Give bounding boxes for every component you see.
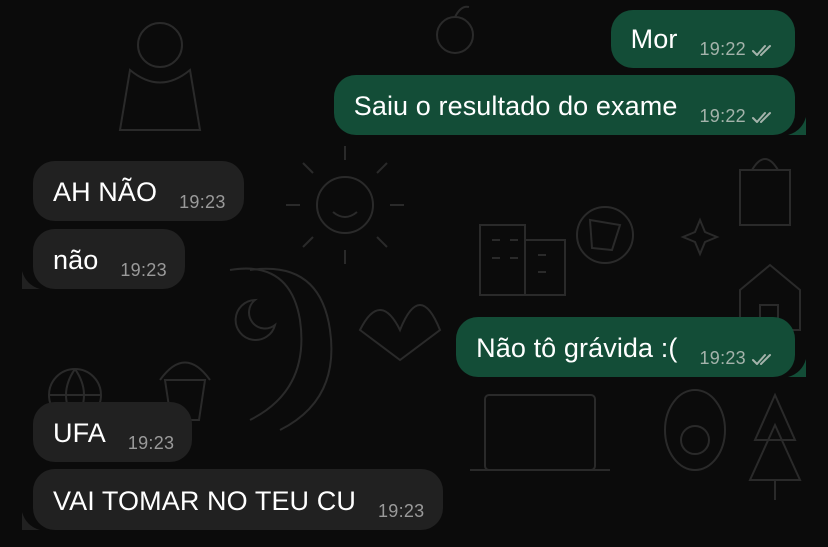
message-text: UFA xyxy=(53,418,106,448)
message-text: Mor xyxy=(630,24,678,54)
message-text: não xyxy=(53,245,99,275)
sun-doodle-icon xyxy=(286,146,404,264)
road-doodle-icon xyxy=(229,267,333,431)
message-bubble-incoming[interactable]: VAI TOMAR NO TEU CU 19:23 xyxy=(33,469,443,530)
star-doodle-icon xyxy=(680,217,720,257)
bag-doodle-icon xyxy=(739,158,791,226)
bubble-tail xyxy=(22,271,40,289)
message-time: 19:23 xyxy=(120,260,167,280)
message-time: 19:23 xyxy=(699,348,746,368)
message-time: 19:23 xyxy=(127,433,175,453)
message-bubble-incoming[interactable]: UFA 19:23 xyxy=(33,402,193,462)
double-check-read-icon xyxy=(752,44,771,56)
message-text: VAI TOMAR NO TEU CU xyxy=(53,486,356,516)
bubble-tail xyxy=(788,117,806,135)
bubble-tail xyxy=(22,512,40,530)
message-meta: 19:22 xyxy=(699,106,777,127)
message-bubble-outgoing[interactable]: Mor 19:22 xyxy=(610,10,795,68)
ball-doodle-icon xyxy=(576,206,634,264)
message-meta: 19:23 xyxy=(179,192,226,213)
message-time: 19:23 xyxy=(179,192,226,212)
bubble-tail xyxy=(788,359,806,377)
tree-doodle-icon xyxy=(748,392,802,500)
message-time: 19:22 xyxy=(699,39,746,59)
message-time: 19:22 xyxy=(699,106,746,126)
message-time: 19:23 xyxy=(377,501,425,521)
message-text: Não tô grávida :( xyxy=(476,333,678,363)
moon-doodle-icon xyxy=(234,298,277,341)
message-meta: 19:22 xyxy=(699,39,777,60)
person-doodle-icon xyxy=(118,22,202,131)
message-bubble-incoming[interactable]: não 19:23 xyxy=(33,229,185,289)
message-meta: 19:23 xyxy=(378,501,425,522)
double-check-read-icon xyxy=(752,111,771,123)
message-bubble-outgoing[interactable]: Não tô grávida :( 19:23 xyxy=(456,317,795,377)
message-text: AH NÃO xyxy=(53,177,158,207)
apple-doodle-icon xyxy=(436,5,474,54)
message-meta: 19:23 xyxy=(699,348,777,369)
laptop-doodle-icon xyxy=(470,394,610,471)
message-bubble-outgoing[interactable]: Saiu o resultado do exame 19:22 xyxy=(333,75,795,135)
message-bubble-incoming[interactable]: AH NÃO 19:23 xyxy=(33,161,244,221)
message-meta: 19:23 xyxy=(128,433,175,454)
avocado-doodle-icon xyxy=(664,389,726,471)
message-text: Saiu o resultado do exame xyxy=(353,91,678,121)
double-check-read-icon xyxy=(752,353,771,365)
plant-doodle-icon xyxy=(358,304,442,362)
message-meta: 19:23 xyxy=(120,260,167,281)
building-doodle-icon xyxy=(479,224,566,296)
